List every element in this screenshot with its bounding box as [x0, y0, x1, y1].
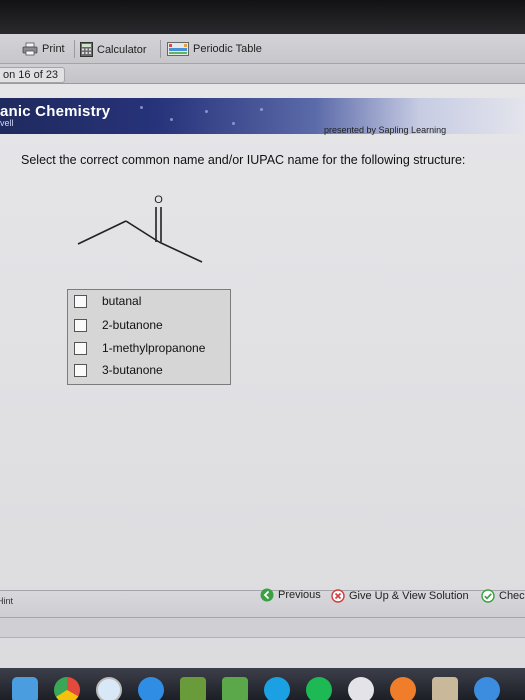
macos-dock [0, 668, 525, 700]
check-label: Chec [499, 590, 525, 602]
option-3-butanone[interactable]: 3-butanone [74, 361, 163, 379]
preview-icon[interactable] [432, 677, 458, 700]
calculator-icon [80, 42, 93, 57]
oxygen-atom-label: O [154, 194, 163, 206]
bond-line [125, 220, 160, 243]
banner-decoration [232, 122, 235, 125]
window-bottom-strip [0, 618, 525, 638]
toolbar-divider [160, 40, 161, 58]
safari-icon[interactable] [96, 677, 122, 700]
browser-window: Print Calculator Periodic Table on 16 of… [0, 0, 525, 668]
answer-options-box: butanal 2-butanone 1-methylpropanone 3-b… [67, 289, 231, 385]
minecraft-icon[interactable] [222, 677, 248, 700]
give-up-button[interactable]: Give Up & View Solution [331, 588, 469, 604]
option-label: 2-butanone [102, 318, 163, 332]
course-title: anic Chemistry [0, 103, 111, 120]
periodic-table-label: Periodic Table [193, 43, 262, 55]
presented-by-text: presented by Sapling Learning [324, 125, 447, 135]
question-prompt: Select the correct common name and/or IU… [21, 153, 466, 167]
printer-icon [22, 42, 38, 56]
itunes-icon[interactable] [348, 677, 374, 700]
ibooks-icon[interactable] [390, 677, 416, 700]
calculator-label: Calculator [97, 43, 147, 56]
screen-bezel [0, 0, 525, 34]
check-icon [481, 589, 495, 603]
app-store-icon[interactable] [138, 677, 164, 700]
toolbar-divider [74, 40, 75, 58]
option-butanal[interactable]: butanal [74, 292, 141, 310]
option-label: 1-methylpropanone [102, 341, 206, 355]
bond-line [158, 241, 203, 263]
minecraft-icon[interactable] [180, 677, 206, 700]
molecule-structure: O [77, 194, 203, 263]
banner-decoration [170, 118, 173, 121]
periodic-table-icon [167, 42, 189, 56]
course-subtitle: vell [0, 118, 14, 128]
give-up-x-icon [331, 589, 345, 603]
spotify-icon[interactable] [306, 677, 332, 700]
chrome-icon[interactable] [54, 677, 80, 700]
question-counter: on 16 of 23 [0, 67, 66, 83]
give-up-label: Give Up & View Solution [349, 590, 469, 602]
option-1-methylpropanone[interactable]: 1-methylpropanone [74, 339, 205, 357]
option-checkbox[interactable] [74, 294, 87, 308]
print-button[interactable]: Print [22, 42, 65, 56]
banner-decoration [205, 110, 208, 113]
option-label: butanal [102, 294, 142, 308]
previous-arrow-icon [260, 588, 274, 602]
print-label: Print [42, 43, 65, 55]
app-store-icon[interactable] [474, 677, 500, 700]
hint-button[interactable]: Hint [0, 596, 13, 606]
check-answer-button[interactable]: Chec [481, 588, 525, 604]
previous-button[interactable]: Previous [260, 587, 321, 603]
skype-icon[interactable] [264, 677, 290, 700]
banner-decoration [260, 108, 263, 111]
option-checkbox[interactable] [74, 363, 87, 377]
bond-line [77, 220, 127, 245]
option-label: 3-butanone [102, 363, 163, 377]
course-banner: anic Chemistry vell [0, 98, 525, 134]
question-navigation-bar: on 16 of 23 [0, 64, 525, 84]
previous-label: Previous [278, 589, 321, 601]
option-checkbox[interactable] [74, 341, 87, 355]
calculator-button[interactable]: Calculator [80, 42, 147, 57]
option-checkbox[interactable] [74, 318, 87, 332]
banner-decoration [140, 106, 143, 109]
option-2-butanone[interactable]: 2-butanone [74, 316, 163, 334]
periodic-table-button[interactable]: Periodic Table [167, 42, 262, 56]
finder-icon[interactable] [12, 677, 38, 700]
toolbar: Print Calculator Periodic Table [0, 34, 525, 64]
